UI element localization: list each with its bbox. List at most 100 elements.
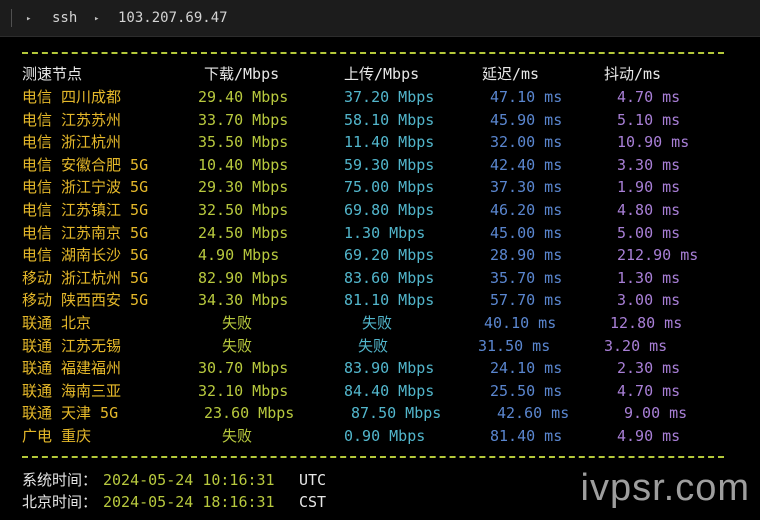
row-upload: 87.50 Mbps — [351, 404, 442, 423]
row-upload: 84.40 Mbps — [344, 381, 435, 400]
row-jitter: 212.90 ms — [617, 246, 699, 265]
row-jitter: 3.00 ms — [617, 291, 681, 310]
row-node: 电信 安徽合肥 5G — [22, 155, 149, 174]
row-node: 广电 重庆 — [22, 427, 92, 445]
row-upload: 69.20 Mbps — [344, 246, 435, 265]
row-node: 电信 江苏南京 5G — [22, 223, 149, 242]
row-node: 联通 北京 — [22, 314, 92, 332]
row-jitter: 3.20 ms — [604, 336, 668, 355]
row-node: 电信 四川成都 — [22, 88, 122, 106]
system-time-label: 系统时间： — [22, 471, 98, 489]
header-upload: 上传/Mbps — [344, 65, 420, 83]
row-latency: 42.40 ms — [490, 155, 563, 174]
row-download: 24.50 Mbps — [198, 223, 289, 242]
row-latency: 25.50 ms — [490, 381, 563, 400]
row-download: 34.30 Mbps — [198, 291, 289, 310]
row-node: 移动 陕西西安 5G — [22, 291, 149, 310]
row-upload: 37.20 Mbps — [344, 88, 435, 106]
row-latency: 45.90 ms — [490, 110, 563, 129]
row-node: 联通 江苏无锡 — [22, 336, 122, 355]
row-node: 联通 海南三亚 — [22, 381, 122, 400]
row-jitter: 2.30 ms — [617, 359, 681, 378]
row-upload: 75.00 Mbps — [344, 178, 435, 197]
row-node: 联通 福建福州 — [22, 359, 122, 378]
row-upload: 83.60 Mbps — [344, 268, 435, 287]
header-download: 下载/Mbps — [204, 65, 280, 83]
row-download: 35.50 Mbps — [198, 133, 289, 152]
row-latency: 28.90 ms — [490, 246, 563, 265]
row-download: 82.90 Mbps — [198, 268, 289, 287]
tab-ssh-label[interactable]: ssh — [52, 9, 77, 27]
row-upload: 1.30 Mbps — [344, 223, 426, 242]
tab-arrow-icon[interactable]: ▸ — [26, 10, 31, 28]
row-download: 10.40 Mbps — [198, 155, 289, 174]
row-jitter: 10.90 ms — [617, 133, 690, 152]
row-jitter: 12.80 ms — [610, 314, 683, 332]
row-node: 联通 天津 5G — [22, 404, 119, 423]
row-latency: 40.10 ms — [484, 314, 557, 332]
row-latency: 47.10 ms — [490, 88, 563, 106]
row-upload: 0.90 Mbps — [344, 427, 426, 445]
host-arrow-icon[interactable]: ▸ — [94, 10, 99, 28]
header-node: 测速节点 — [22, 65, 83, 83]
row-node: 电信 浙江宁波 5G — [22, 178, 149, 197]
row-jitter: 3.30 ms — [617, 155, 681, 174]
row-upload: 失败 — [358, 336, 389, 355]
row-download: 4.90 Mbps — [198, 246, 280, 265]
row-latency: 57.70 ms — [490, 291, 563, 310]
row-jitter: 5.10 ms — [617, 110, 681, 129]
row-upload: 69.80 Mbps — [344, 201, 435, 219]
terminal-tab-bar: ▸ ssh ▸ 103.207.69.47 — [0, 0, 760, 37]
row-jitter: 5.00 ms — [617, 223, 681, 242]
row-upload: 83.90 Mbps — [344, 359, 435, 378]
separator-bottom — [22, 456, 724, 458]
row-download: 失败 — [222, 314, 253, 332]
row-jitter: 4.90 ms — [617, 427, 681, 445]
row-latency: 35.70 ms — [490, 268, 563, 287]
row-download: 32.50 Mbps — [198, 201, 289, 219]
header-latency: 延迟/ms — [482, 65, 540, 83]
row-jitter: 9.00 ms — [624, 404, 688, 423]
row-node: 移动 浙江杭州 5G — [22, 268, 149, 287]
watermark-logo: ivpsr.com — [580, 467, 750, 509]
row-node: 电信 江苏镇江 5G — [22, 201, 149, 219]
row-upload: 81.10 Mbps — [344, 291, 435, 310]
row-node: 电信 湖南长沙 5G — [22, 246, 149, 265]
row-node: 电信 浙江杭州 — [22, 133, 122, 152]
row-latency: 81.40 ms — [490, 427, 563, 445]
row-upload: 59.30 Mbps — [344, 155, 435, 174]
row-download: 29.30 Mbps — [198, 178, 289, 197]
host-address[interactable]: 103.207.69.47 — [118, 9, 228, 27]
row-download: 33.70 Mbps — [198, 110, 289, 129]
beijing-time-zone: CST — [299, 493, 327, 511]
row-upload: 失败 — [362, 314, 393, 332]
row-latency: 45.00 ms — [490, 223, 563, 242]
system-time-value: 2024-05-24 10:16:31 — [103, 471, 275, 489]
row-download: 29.40 Mbps — [198, 88, 289, 106]
system-time-zone: UTC — [299, 471, 327, 489]
row-jitter: 1.30 ms — [617, 268, 681, 287]
row-latency: 24.10 ms — [490, 359, 563, 378]
row-upload: 58.10 Mbps — [344, 110, 435, 129]
row-jitter: 4.80 ms — [617, 201, 681, 219]
row-node: 电信 江苏苏州 — [22, 110, 122, 129]
row-download: 失败 — [222, 336, 253, 355]
row-jitter: 4.70 ms — [617, 381, 681, 400]
row-latency: 37.30 ms — [490, 178, 563, 197]
row-jitter: 1.90 ms — [617, 178, 681, 197]
row-latency: 46.20 ms — [490, 201, 563, 219]
header-jitter: 抖动/ms — [604, 65, 662, 83]
tab-bar-divider — [11, 9, 12, 27]
row-download: 失败 — [222, 427, 253, 445]
row-latency: 42.60 ms — [497, 404, 570, 423]
terminal-output[interactable]: 测速节点 下载/Mbps 上传/Mbps 延迟/ms 抖动/ms 电信 四川成都… — [0, 36, 760, 520]
row-latency: 32.00 ms — [490, 133, 563, 152]
row-jitter: 4.70 ms — [617, 88, 681, 106]
beijing-time-label: 北京时间： — [22, 493, 98, 511]
row-latency: 31.50 ms — [478, 336, 551, 355]
row-download: 30.70 Mbps — [198, 359, 289, 378]
row-upload: 11.40 Mbps — [344, 133, 435, 152]
row-download: 23.60 Mbps — [204, 404, 295, 423]
row-download: 32.10 Mbps — [198, 381, 289, 400]
separator-top — [22, 52, 724, 54]
